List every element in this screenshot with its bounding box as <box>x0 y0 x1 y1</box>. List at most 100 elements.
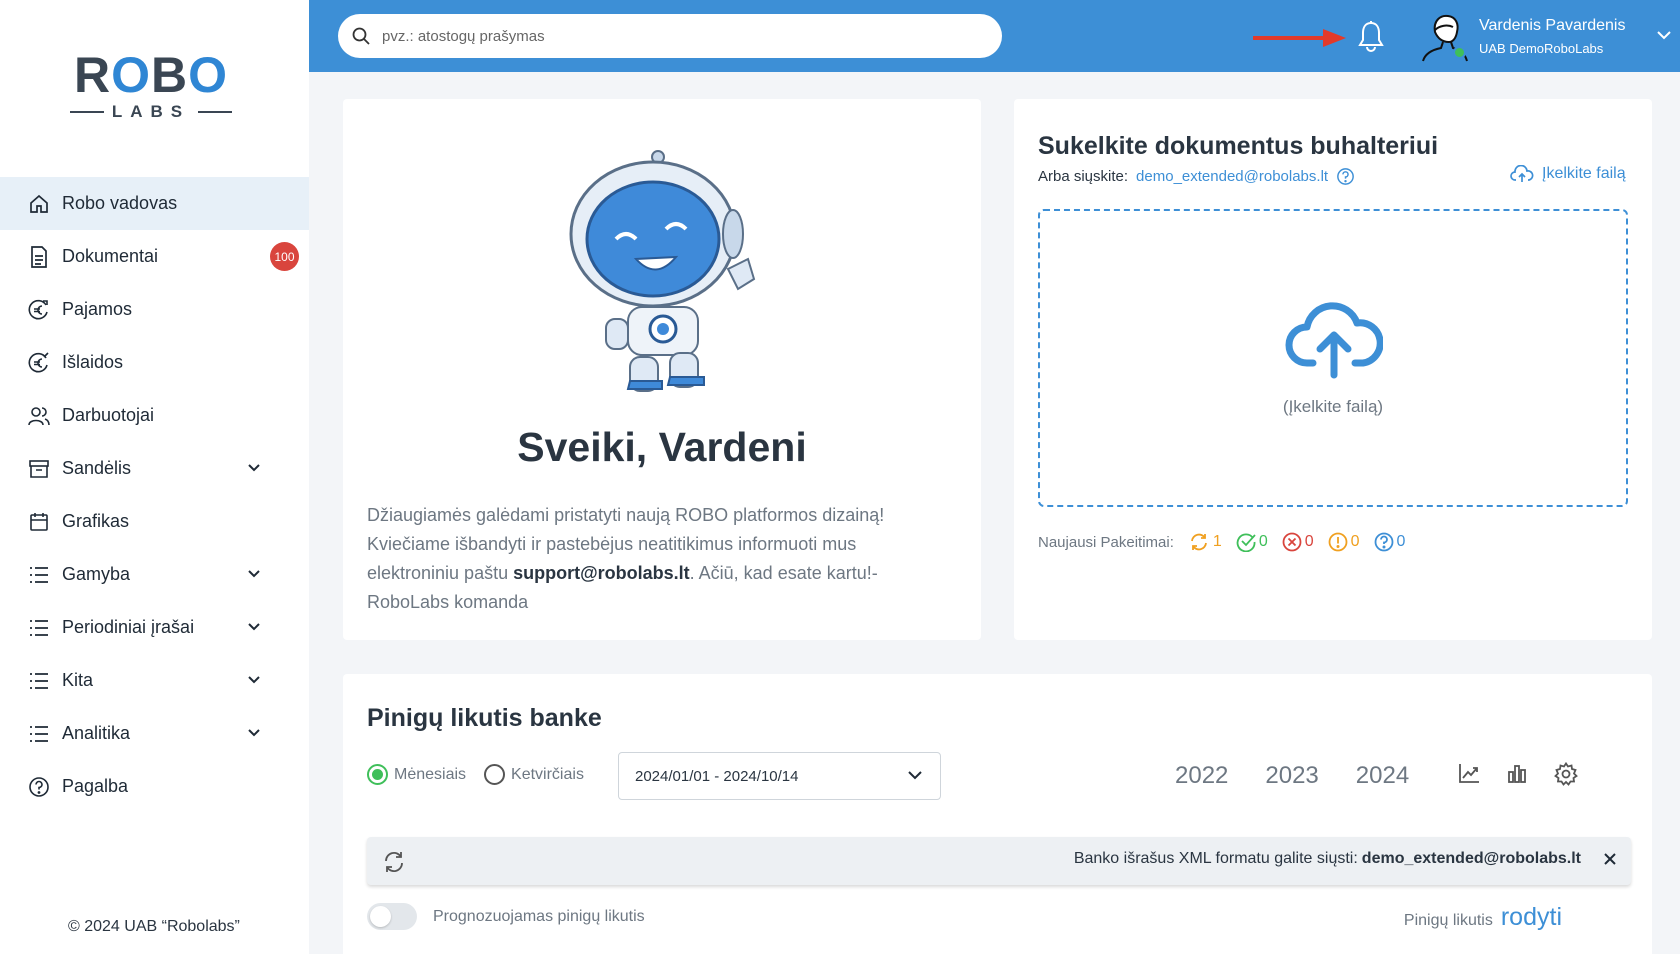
welcome-card: Sveiki, Vardeni Džiaugiamės galėdami pri… <box>343 99 981 640</box>
sidebar-item-pagalba[interactable]: Pagalba <box>0 760 309 813</box>
changes-processing[interactable]: 1 <box>1188 533 1222 551</box>
archive-icon <box>28 458 50 480</box>
euro-out-icon <box>28 351 50 374</box>
refresh-icon[interactable] <box>382 851 406 873</box>
sidebar-item-pajamos[interactable]: Pajamos <box>0 283 309 336</box>
user-company[interactable]: UAB DemoRoboLabs <box>1479 41 1603 56</box>
chevron-down-icon[interactable] <box>246 566 262 582</box>
warning-circle-icon <box>1328 532 1348 552</box>
radio-quarterly-label[interactable]: Ketvirčiais <box>511 766 584 784</box>
sidebar-item-darbuotojai[interactable]: Darbuotojai <box>0 389 309 442</box>
upload-email-row: Arba siųskite: demo_extended@robolabs.lt <box>1038 168 1354 185</box>
sidebar-item-label: Dokumentai <box>62 246 159 266</box>
search-bar[interactable] <box>338 14 1002 58</box>
recent-changes-row: Naujausi Pakeitimai: 1 0 0 0 0 <box>1038 532 1405 552</box>
robolabs-logo[interactable]: ROBO LABS <box>70 50 232 130</box>
close-icon[interactable] <box>1603 852 1617 866</box>
year-2024[interactable]: 2024 <box>1356 762 1409 790</box>
welcome-title: Sveiki, Vardeni <box>517 424 807 470</box>
year-2023[interactable]: 2023 <box>1265 762 1318 790</box>
send-label: Arba siųskite: <box>1038 168 1129 185</box>
red-arrow-annotation <box>1253 29 1346 47</box>
date-range-value: 2024/01/01 - 2024/10/14 <box>635 767 799 785</box>
dropzone-label: (Įkelkite failą) <box>1282 397 1384 416</box>
logo-text-top: ROBO <box>73 47 229 103</box>
chevron-down-icon[interactable] <box>246 672 262 688</box>
chart-tools <box>1458 761 1578 791</box>
year-selector: 2022 2023 2024 <box>1175 762 1409 790</box>
list-icon <box>28 617 50 639</box>
show-balance-link[interactable]: rodyti <box>1501 903 1562 932</box>
user-name[interactable]: Vardenis Pavardenis <box>1479 17 1625 35</box>
cloud-upload-icon <box>1510 165 1534 182</box>
date-range-select[interactable]: 2024/01/01 - 2024/10/14 <box>618 752 941 800</box>
banner-email[interactable]: demo_extended@robolabs.lt <box>1362 850 1581 867</box>
sidebar-item-label: Išlaidos <box>62 352 124 372</box>
help-icon[interactable] <box>1337 168 1354 185</box>
sidebar-item-periodiniai-irasai[interactable]: Periodiniai įrašai <box>0 601 309 654</box>
list-icon <box>28 670 50 692</box>
upload-file-link[interactable]: Įkelkite failą <box>1510 165 1626 183</box>
balance-row: Pinigų likutis rodyti <box>1404 903 1562 932</box>
robot-mascot-illustration <box>569 150 756 392</box>
sidebar-item-dokumentai[interactable]: Dokumentai 100 <box>0 230 309 283</box>
bank-balance-card: Pinigų likutis banke Mėnesiais Ketvirčia… <box>343 674 1652 954</box>
sidebar: ROBO LABS Robo vadovas Dokumentai 100 Pa… <box>0 0 309 954</box>
chevron-down-icon[interactable] <box>246 619 262 635</box>
upload-file-link-label[interactable]: Įkelkite failą <box>1542 165 1626 183</box>
gear-icon[interactable] <box>1554 761 1578 791</box>
sidebar-item-grafikas[interactable]: Grafikas <box>0 495 309 548</box>
sidebar-item-label: Kita <box>62 670 94 690</box>
copyright-text: © 2024 UAB “Robolabs” <box>68 918 240 935</box>
file-dropzone[interactable]: (Įkelkite failą) <box>1038 209 1628 507</box>
sidebar-item-label: Gamyba <box>62 564 131 584</box>
search-input[interactable] <box>382 27 962 45</box>
list-icon <box>28 723 50 745</box>
radio-monthly[interactable] <box>367 764 388 785</box>
chevron-down-icon[interactable] <box>246 725 262 741</box>
chevron-down-icon[interactable] <box>1657 30 1671 40</box>
help-icon <box>28 776 50 798</box>
check-circle-icon <box>1236 533 1256 552</box>
changes-warning[interactable]: 0 <box>1328 532 1360 552</box>
bank-balance-title: Pinigų likutis banke <box>367 704 602 732</box>
logo-text-bottom: LABS <box>111 102 191 121</box>
year-2022[interactable]: 2022 <box>1175 762 1228 790</box>
home-icon <box>28 193 50 215</box>
sidebar-item-label: Grafikas <box>62 511 130 531</box>
changes-rejected[interactable]: 0 <box>1282 532 1314 552</box>
radio-quarterly[interactable] <box>484 764 506 785</box>
changes-question[interactable]: 0 <box>1374 532 1405 552</box>
balance-label: Pinigų likutis <box>1403 912 1493 929</box>
search-icon <box>352 27 370 45</box>
support-email-link[interactable]: support@robolabs.lt <box>513 563 690 583</box>
bell-icon[interactable] <box>1356 20 1386 52</box>
document-icon <box>28 245 50 268</box>
sidebar-item-kita[interactable]: Kita <box>0 654 309 707</box>
welcome-message: Džiaugiamės galėdami pristatyti naują RO… <box>367 505 885 612</box>
forecast-toggle[interactable] <box>367 903 417 930</box>
sidebar-item-label: Pagalba <box>62 776 129 796</box>
sidebar-item-label: Robo vadovas <box>62 193 178 213</box>
sidebar-item-islaidos[interactable]: Išlaidos <box>0 336 309 389</box>
sidebar-item-sandelis[interactable]: Sandėlis <box>0 442 309 495</box>
notification-badge: 100 <box>270 242 299 271</box>
sidebar-item-analitika[interactable]: Analitika <box>0 707 309 760</box>
sidebar-nav: Robo vadovas Dokumentai 100 Pajamos Išla… <box>0 177 309 813</box>
changes-accepted[interactable]: 0 <box>1236 532 1268 552</box>
x-circle-icon <box>1282 532 1302 552</box>
sidebar-item-robo-vadovas[interactable]: Robo vadovas <box>0 177 309 230</box>
bank-statement-banner: Banko išrašus XML formatu galite siųsti:… <box>367 837 1631 885</box>
bar-chart-icon[interactable] <box>1506 762 1528 791</box>
upload-card: Sukelkite dokumentus buhalteriui Arba si… <box>1014 99 1652 640</box>
line-chart-icon[interactable] <box>1458 762 1480 791</box>
radio-monthly-label[interactable]: Mėnesiais <box>394 766 466 784</box>
chevron-down-icon[interactable] <box>246 460 262 476</box>
sidebar-item-gamyba[interactable]: Gamyba <box>0 548 309 601</box>
forecast-label: Prognozuojamas pinigų likutis <box>433 907 645 925</box>
cloud-upload-icon <box>1285 302 1383 379</box>
top-bar: Vardenis Pavardenis UAB DemoRoboLabs <box>309 0 1680 72</box>
sidebar-item-label: Periodiniai įrašai <box>62 617 195 637</box>
upload-email-link[interactable]: demo_extended@robolabs.lt <box>1136 168 1328 185</box>
euro-in-icon <box>28 299 50 321</box>
